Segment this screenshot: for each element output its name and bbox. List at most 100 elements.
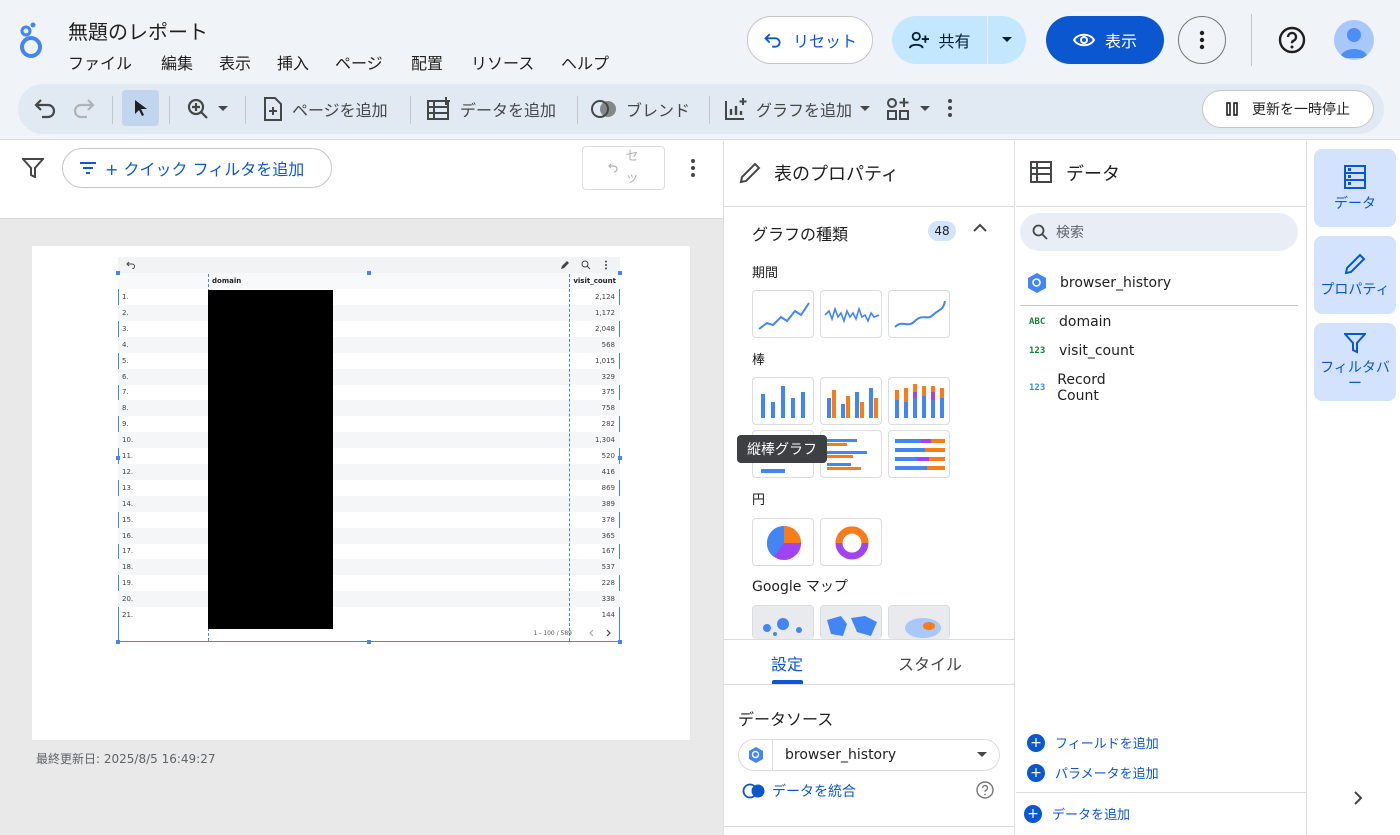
add-quick-filter-button[interactable]: + クイック フィルタを追加	[62, 148, 332, 188]
reset-button[interactable]: リセット	[747, 16, 873, 64]
chart-thumb-pie[interactable]	[752, 518, 814, 566]
table-row: 5. 1,015	[118, 353, 620, 369]
chart-type-label[interactable]: グラフの種類	[752, 221, 848, 245]
more-vert-icon[interactable]	[947, 98, 953, 118]
add-control-icon	[887, 98, 909, 120]
rail-data-button[interactable]: データ	[1314, 149, 1396, 227]
chart-thumb-grouped-bar[interactable]	[820, 430, 882, 478]
zoom-icon[interactable]	[581, 260, 591, 270]
table-row: 19. 228	[118, 575, 620, 591]
field-item[interactable]: 123 visit_count	[1029, 343, 1134, 359]
menu-page[interactable]: ページ	[335, 50, 383, 74]
toolbar-divider	[245, 96, 246, 124]
add-chart-button[interactable]: グラフを追加	[724, 96, 871, 122]
chart-thumb-bubble-map[interactable]	[752, 605, 814, 639]
chart-thumb-stacked-bar[interactable]	[888, 430, 950, 478]
chart-thumb-grouped-column[interactable]	[820, 377, 882, 425]
add-data-button[interactable]: データを追加	[426, 96, 556, 122]
field-name: visit_count	[1059, 343, 1135, 359]
redo-icon[interactable]	[72, 97, 96, 119]
visit-count-cell: 378	[601, 515, 615, 524]
column-header-domain[interactable]: domain	[212, 277, 241, 285]
chart-thumb-donut[interactable]	[820, 518, 882, 566]
add-parameter-link[interactable]: + パラメータを追加	[1027, 763, 1159, 782]
add-data-link[interactable]: + データを追加	[1024, 804, 1130, 823]
table-row: 3. 2,048	[118, 321, 620, 337]
chevron-up-icon[interactable]	[973, 223, 987, 233]
blend-button[interactable]: ブレンド	[590, 96, 690, 122]
resize-handle[interactable]	[618, 271, 622, 275]
rail-properties-button[interactable]: プロパティ	[1314, 236, 1396, 314]
resize-handle[interactable]	[116, 456, 120, 460]
filter-icon[interactable]	[22, 158, 44, 178]
zoom-button[interactable]	[186, 96, 228, 122]
resize-handle[interactable]	[367, 640, 371, 644]
table-row: 9. 282	[118, 416, 620, 432]
blend-data-link[interactable]: データを統合	[742, 781, 856, 801]
tab-style[interactable]: スタイル	[898, 651, 962, 675]
add-control-button[interactable]	[886, 96, 930, 122]
select-tool-button[interactable]	[122, 90, 159, 126]
table-chart[interactable]: domain visit_count 1. 2,124 2. 1,172 3. 2,048…	[116, 257, 622, 644]
view-label: 表示	[1104, 32, 1137, 51]
data-source-item[interactable]: browser_history	[1026, 272, 1171, 294]
quick-filter-label: + クイック フィルタを追加	[105, 160, 305, 179]
add-data-link-label: データを追加	[1052, 808, 1131, 823]
add-field-link[interactable]: + フィールドを追加	[1027, 733, 1159, 752]
chart-thumb-column[interactable]	[752, 377, 814, 425]
menu-insert[interactable]: 挿入	[277, 50, 309, 74]
table-row: 16. 365	[118, 527, 620, 544]
help-icon[interactable]	[1278, 26, 1306, 54]
filter-reset-label: セッ	[625, 149, 639, 186]
sparkline-chart-icon	[824, 306, 880, 324]
resize-handle[interactable]	[116, 640, 120, 644]
menu-resource[interactable]: リソース	[471, 50, 534, 74]
field-item[interactable]: ABC domain	[1029, 314, 1111, 330]
undo-icon[interactable]	[126, 261, 136, 269]
row-number: 13.	[122, 483, 134, 492]
chart-thumb-heatmap[interactable]	[888, 605, 950, 639]
panel-divider	[1016, 792, 1306, 793]
view-button[interactable]: 表示	[1046, 16, 1164, 64]
pause-updates-button[interactable]: 更新を一時停止	[1202, 90, 1374, 128]
rail-filterbar-button[interactable]: フィルタバー	[1314, 323, 1396, 401]
resize-handle[interactable]	[116, 271, 120, 275]
chevron-right-icon[interactable]	[1352, 790, 1364, 806]
last-updated-text: 最終更新日: 2025/8/5 16:49:27	[36, 752, 216, 766]
menu-view[interactable]: 表示	[219, 50, 251, 74]
resize-handle[interactable]	[618, 640, 622, 644]
menu-help[interactable]: ヘルプ	[561, 50, 609, 74]
next-page-icon[interactable]	[606, 629, 612, 637]
menu-file[interactable]: ファイル	[68, 50, 132, 74]
more-options-button[interactable]	[1178, 16, 1226, 64]
datasource-selector[interactable]: browser_history	[738, 739, 1000, 771]
undo-icon[interactable]	[33, 97, 57, 119]
tab-setup[interactable]: 設定	[771, 651, 803, 675]
chart-thumb-timeseries[interactable]	[752, 290, 814, 338]
chart-thumb-filled-map[interactable]	[820, 605, 882, 639]
filter-reset-button[interactable]: セッ	[582, 146, 665, 190]
add-page-button[interactable]: ページを追加	[262, 96, 388, 122]
more-vert-icon[interactable]	[690, 158, 696, 178]
edit-icon[interactable]	[560, 260, 570, 270]
report-title[interactable]: 無題のレポート	[68, 16, 208, 45]
help-icon[interactable]	[976, 781, 994, 799]
chart-thumb-smooth-line[interactable]	[888, 290, 950, 338]
share-button[interactable]: 共有	[892, 16, 988, 64]
resize-handle[interactable]	[618, 456, 622, 460]
field-search-box[interactable]: 検索	[1020, 213, 1298, 251]
stacked-bar-chart-icon	[895, 439, 945, 470]
avatar[interactable]	[1334, 20, 1374, 60]
chart-thumb-stacked-column[interactable]	[888, 377, 950, 425]
chart-thumb-sparkline[interactable]	[820, 290, 882, 338]
column-guide	[569, 274, 570, 641]
resize-handle[interactable]	[367, 271, 371, 275]
prev-page-icon[interactable]	[588, 629, 594, 637]
column-header-visit-count[interactable]: visit_count	[573, 277, 616, 285]
field-item[interactable]: 123 Record Count	[1029, 372, 1107, 404]
add-data-label: データを追加	[460, 101, 557, 120]
menu-arrange[interactable]: 配置	[411, 50, 443, 74]
visit-count-cell: 1,015	[594, 356, 615, 365]
more-vert-icon[interactable]	[604, 260, 608, 270]
menu-edit[interactable]: 編集	[161, 50, 193, 74]
